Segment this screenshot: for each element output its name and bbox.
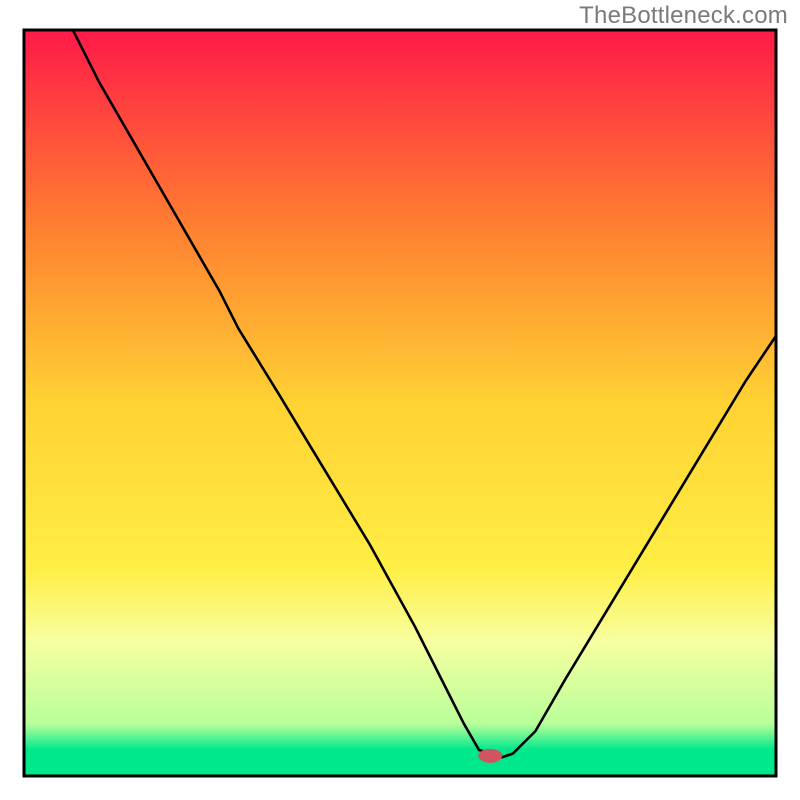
optimal-marker (478, 749, 502, 763)
watermark-text: TheBottleneck.com (579, 2, 788, 30)
chart-background (24, 30, 776, 776)
chart-svg (0, 0, 800, 800)
bottleneck-chart: TheBottleneck.com (0, 0, 800, 800)
